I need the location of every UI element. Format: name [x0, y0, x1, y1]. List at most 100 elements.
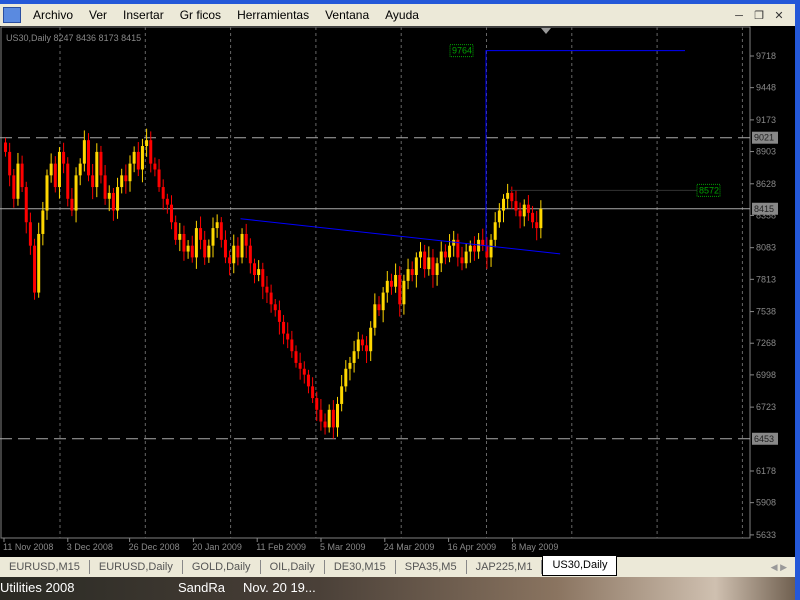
- bull-candle: [493, 222, 497, 240]
- bull-candle: [120, 175, 124, 188]
- bull-candle: [373, 304, 377, 328]
- bear-candle: [190, 245, 194, 258]
- chart-header: US30,Daily 8247 8436 8173 8415: [6, 33, 141, 43]
- bear-candle: [331, 409, 335, 428]
- bull-candle: [107, 192, 111, 199]
- bull-candle: [340, 386, 344, 404]
- bull-candle: [356, 339, 360, 352]
- menu-archivo[interactable]: Archivo: [33, 8, 73, 22]
- bear-candle: [124, 175, 128, 182]
- bear-candle: [170, 204, 173, 223]
- menu-ayuda[interactable]: Ayuda: [385, 8, 419, 22]
- menu-herramientas[interactable]: Herramientas: [237, 8, 309, 22]
- bear-candle: [302, 368, 306, 375]
- bear-candle: [319, 409, 323, 422]
- price-tick-label: 5633: [756, 530, 776, 540]
- bear-candle: [111, 192, 115, 211]
- bull-candle: [489, 239, 493, 258]
- tab-jap225-m1[interactable]: JAP225,M1: [467, 560, 543, 574]
- price-tick-label: 8083: [756, 243, 776, 253]
- bear-candle: [157, 169, 161, 188]
- bull-candle: [95, 151, 99, 188]
- bull-candle: [369, 327, 373, 352]
- bear-candle: [282, 321, 286, 334]
- app-icon[interactable]: [3, 7, 21, 23]
- bull-candle: [240, 233, 244, 258]
- bear-candle: [182, 233, 186, 252]
- bear-candle: [377, 304, 381, 311]
- menu-ventana[interactable]: Ventana: [325, 8, 369, 22]
- taskbar-item[interactable]: SandRa: [178, 580, 225, 595]
- tab-de30-m15[interactable]: DE30,M15: [325, 560, 396, 574]
- price-tick-label: 7538: [756, 307, 776, 317]
- bear-candle: [244, 233, 248, 246]
- bear-candle: [269, 292, 273, 305]
- bull-candle: [140, 146, 144, 170]
- bull-candle: [186, 245, 190, 252]
- bear-candle: [410, 269, 414, 275]
- bull-candle: [78, 163, 82, 176]
- price-tick-label: 6998: [756, 370, 776, 380]
- date-tick-label: 20 Jan 2009: [192, 542, 242, 552]
- bull-candle: [419, 251, 422, 258]
- tab-scroll-arrows[interactable]: ◀ ▶: [771, 562, 787, 573]
- tab-oil-daily[interactable]: OIL,Daily: [261, 560, 325, 574]
- bear-candle: [531, 212, 535, 223]
- bear-candle: [33, 245, 37, 293]
- bull-candle: [327, 409, 331, 428]
- bull-candle: [232, 245, 236, 264]
- bear-candle: [510, 192, 514, 202]
- level-label: 9021: [754, 133, 774, 143]
- bull-candle: [211, 228, 215, 246]
- menu-bar: Archivo Ver Insertar Gr ficos Herramient…: [0, 4, 795, 26]
- close-icon[interactable]: ✕: [771, 9, 787, 23]
- bull-candle: [344, 368, 348, 387]
- bull-candle: [439, 251, 443, 264]
- bull-candle: [406, 269, 410, 281]
- bull-candle: [427, 257, 431, 270]
- bull-candle: [435, 263, 439, 275]
- tab-eurusd-daily[interactable]: EURUSD,Daily: [90, 560, 183, 574]
- bear-candle: [298, 362, 302, 369]
- tab-us30-daily[interactable]: US30,Daily: [542, 556, 618, 576]
- price-tick-label: 9718: [756, 51, 776, 61]
- bear-candle: [91, 175, 95, 188]
- bull-candle: [539, 208, 543, 229]
- bull-candle: [41, 210, 45, 234]
- bear-candle: [423, 251, 427, 270]
- price-tick-label: 6723: [756, 402, 776, 412]
- restore-icon[interactable]: ❐: [751, 9, 767, 23]
- bear-candle: [294, 351, 298, 363]
- bull-candle: [464, 251, 468, 264]
- bear-candle: [265, 286, 269, 293]
- bull-candle: [352, 351, 356, 363]
- bear-candle: [103, 175, 107, 199]
- bear-candle: [273, 304, 277, 311]
- taskbar-item[interactable]: Nov. 20 19...: [243, 580, 316, 595]
- bull-candle: [257, 269, 261, 275]
- price-chart[interactable]: US30,Daily 8247 8436 8173 8415 9718 9448 91…: [0, 26, 795, 557]
- minimize-icon[interactable]: ─: [731, 9, 747, 23]
- price-tick-label: 8628: [756, 179, 776, 189]
- bear-candle: [286, 333, 290, 340]
- menu-ver[interactable]: Ver: [89, 8, 107, 22]
- bull-candle: [178, 233, 182, 240]
- tab-eurusd-m15[interactable]: EURUSD,M15: [0, 560, 90, 574]
- taskbar-item[interactable]: Utilities 2008: [0, 580, 74, 595]
- bear-candle: [153, 163, 157, 170]
- bear-candle: [66, 163, 70, 199]
- bear-candle: [87, 140, 90, 176]
- menu-graficos[interactable]: Gr ficos: [180, 8, 221, 22]
- bear-candle: [174, 222, 178, 240]
- date-tick-label: 11 Nov 2008: [3, 542, 53, 552]
- menu-insertar[interactable]: Insertar: [123, 8, 164, 22]
- bull-candle: [132, 151, 136, 164]
- bear-candle: [518, 210, 522, 217]
- price-marker-label: 9764: [452, 46, 472, 56]
- bear-candle: [12, 175, 16, 199]
- bear-candle: [199, 228, 203, 240]
- price-tick-label: 7268: [756, 338, 776, 348]
- tab-spa35-m5[interactable]: SPA35,M5: [396, 560, 467, 574]
- tab-gold-daily[interactable]: GOLD,Daily: [183, 560, 261, 574]
- price-tick-label: 7813: [756, 274, 776, 284]
